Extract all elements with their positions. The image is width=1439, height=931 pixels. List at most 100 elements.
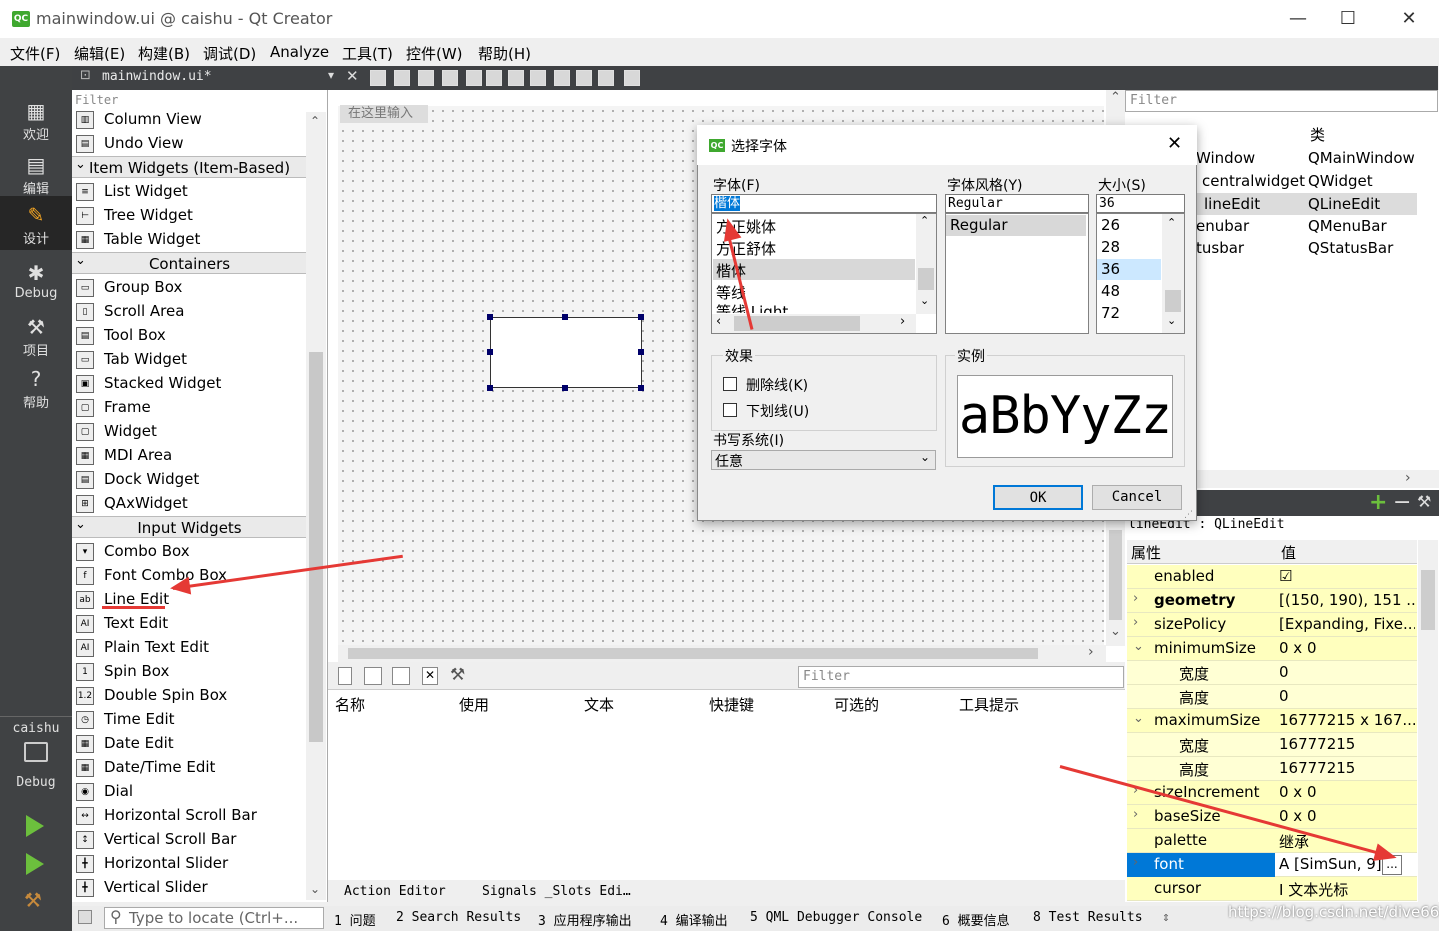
output-tab-qml-debugger[interactable]: 5 QML Debugger Console (750, 910, 922, 925)
add-property-icon[interactable]: + (1369, 490, 1387, 515)
object-name[interactable]: centralwidget (1202, 172, 1305, 190)
property-value[interactable]: 0 (1279, 663, 1415, 681)
debug-run-icon[interactable] (26, 853, 44, 875)
widget-item[interactable]: ▭ Group Box (72, 276, 307, 300)
output-tab-issues[interactable]: 1 问题 (334, 910, 376, 929)
property-value[interactable]: 16777215 (1279, 735, 1415, 753)
scroll-right-icon[interactable]: › (1088, 644, 1094, 660)
expand-arrow-icon[interactable]: › (1133, 855, 1138, 870)
property-row[interactable]: 宽度 0 (1127, 661, 1417, 685)
chevron-updown-icon[interactable]: ⇕ (1162, 910, 1170, 925)
layout-splitter-h-icon[interactable] (508, 70, 524, 86)
scroll-right-icon[interactable]: › (1405, 470, 1411, 486)
widget-item[interactable]: ▥ Column View (72, 108, 307, 132)
expand-arrow-icon[interactable]: › (1133, 615, 1138, 630)
editor-horizontal-scrollbar[interactable]: › (338, 644, 1106, 662)
property-value[interactable]: 16777215 x 167... (1279, 711, 1415, 729)
mode-edit[interactable]: ▤ 编辑 (0, 146, 72, 200)
delete-action-icon[interactable]: ✕ (422, 667, 438, 685)
output-tab-application-output[interactable]: 3 应用程序输出 (538, 910, 632, 929)
scroll-up-icon[interactable]: ⌃ (1110, 90, 1121, 105)
edit-signals-icon[interactable] (394, 70, 410, 86)
scroll-left-icon[interactable]: ‹ (716, 314, 721, 329)
mode-design[interactable]: ✎ 设计 (0, 196, 72, 250)
column-header[interactable]: 快捷键 (709, 694, 754, 715)
widget-item[interactable]: ▾ Combo Box (72, 540, 307, 564)
font-list-item[interactable]: 等线 Light (716, 304, 788, 313)
menu-analyze[interactable]: Analyze (270, 43, 329, 61)
resize-handle[interactable] (487, 349, 493, 355)
scroll-up-icon[interactable]: ⌃ (1167, 216, 1176, 229)
menu-help[interactable]: 帮助(H) (478, 43, 531, 64)
menu-type-here[interactable]: 在这里输入 (340, 105, 428, 123)
adjust-size-icon[interactable] (624, 70, 640, 86)
scrollbar-thumb[interactable] (1421, 570, 1435, 630)
widget-item[interactable]: ▦ Date/Time Edit (72, 756, 307, 780)
mode-welcome[interactable]: ▦ 欢迎 (0, 92, 72, 146)
size-list-item[interactable]: 48 (1101, 282, 1120, 300)
widget-item[interactable]: ↔ Horizontal Scroll Bar (72, 804, 307, 828)
property-row[interactable]: cursor I 文本光标 (1127, 877, 1417, 901)
scrollbar-thumb[interactable] (1165, 290, 1181, 312)
property-row[interactable]: › sizePolicy [Expanding, Fixe... (1127, 613, 1417, 637)
font-list-hscroll[interactable]: ‹ › (712, 314, 916, 333)
menu-file[interactable]: 文件(F) (10, 43, 60, 64)
object-name[interactable]: Window (1196, 149, 1255, 167)
output-tab-general-messages[interactable]: 6 概要信息 (942, 910, 1010, 929)
size-list-item[interactable]: 26 (1101, 216, 1120, 234)
object-name[interactable]: enubar (1196, 217, 1249, 235)
property-value[interactable]: I 文本光标 (1279, 879, 1415, 900)
widget-category[interactable]: ⌄ Input Widgets (72, 516, 307, 538)
property-value[interactable]: 0 x 0 (1279, 783, 1415, 801)
property-value[interactable]: 0 x 0 (1279, 639, 1415, 657)
column-header[interactable]: 文本 (584, 694, 614, 715)
property-row[interactable]: ⌄ minimumSize 0 x 0 (1127, 637, 1417, 661)
menu-debug[interactable]: 调试(D) (203, 43, 256, 64)
resize-handle[interactable] (562, 385, 568, 391)
layout-horizontal-icon[interactable] (466, 70, 482, 86)
widget-category[interactable]: ⌄ Containers (72, 252, 307, 274)
property-name-header[interactable]: 属性 (1131, 542, 1161, 563)
widget-item[interactable]: ▦ MDI Area (72, 444, 307, 468)
expand-arrow-icon[interactable]: ⌄ (1133, 639, 1144, 654)
ok-button[interactable]: OK (993, 485, 1083, 510)
locate-input[interactable]: Type to locate (Ctrl+... (104, 907, 324, 929)
widget-item[interactable]: 1 Spin Box (72, 660, 307, 684)
menu-edit[interactable]: 编辑(E) (74, 43, 125, 64)
widget-item[interactable]: AI Text Edit (72, 612, 307, 636)
property-value[interactable]: ☑ (1279, 567, 1415, 585)
close-button[interactable]: ✕ (1386, 0, 1432, 38)
scroll-down-icon[interactable]: ⌄ (920, 294, 929, 307)
menu-controls[interactable]: 控件(W) (406, 43, 463, 64)
output-tab-compile-output[interactable]: 4 编译输出 (660, 910, 728, 929)
monitor-icon[interactable] (24, 742, 48, 762)
widget-item[interactable]: ⊞ QAxWidget (72, 492, 307, 516)
widget-item[interactable]: ▢ Frame (72, 396, 307, 420)
mode-help[interactable]: ? 帮助 (0, 360, 72, 414)
font-list-item[interactable]: 楷体 (716, 260, 746, 281)
widget-item[interactable]: 1.2 Double Spin Box (72, 684, 307, 708)
cancel-button[interactable]: Cancel (1092, 485, 1182, 510)
layout-splitter-v-icon[interactable] (530, 70, 546, 86)
size-list-item[interactable]: 72 (1101, 304, 1120, 322)
menu-tools[interactable]: 工具(T) (342, 43, 393, 64)
scrollbar-thumb[interactable] (348, 648, 1038, 659)
resize-handle[interactable] (487, 314, 493, 320)
toggle-sidebar-icon[interactable] (78, 910, 92, 924)
resize-handle[interactable] (638, 349, 644, 355)
column-header[interactable]: 名称 (335, 694, 365, 715)
copy-action-icon[interactable] (364, 667, 382, 685)
scroll-up-icon[interactable]: ⌃ (310, 114, 320, 128)
object-name[interactable]: tusbar (1196, 239, 1244, 257)
object-name[interactable]: lineEdit (1204, 195, 1260, 213)
layout-vertical-icon[interactable] (486, 70, 502, 86)
property-row[interactable]: › geometry [(150, 190), 151 ... (1127, 589, 1417, 613)
writing-system-select[interactable]: 任意 ⌄ (711, 450, 936, 470)
widget-box-scrollbar[interactable]: ⌃ ⌄ (306, 112, 326, 900)
chevron-down-icon[interactable]: ▾ (328, 68, 334, 82)
font-size-input[interactable]: 36 (1096, 194, 1185, 213)
resize-handle[interactable] (487, 385, 493, 391)
close-document-icon[interactable]: ✕ (346, 67, 359, 85)
widget-item[interactable]: ◉ Dial (72, 780, 307, 804)
font-style-input[interactable]: Regular (945, 194, 1089, 213)
